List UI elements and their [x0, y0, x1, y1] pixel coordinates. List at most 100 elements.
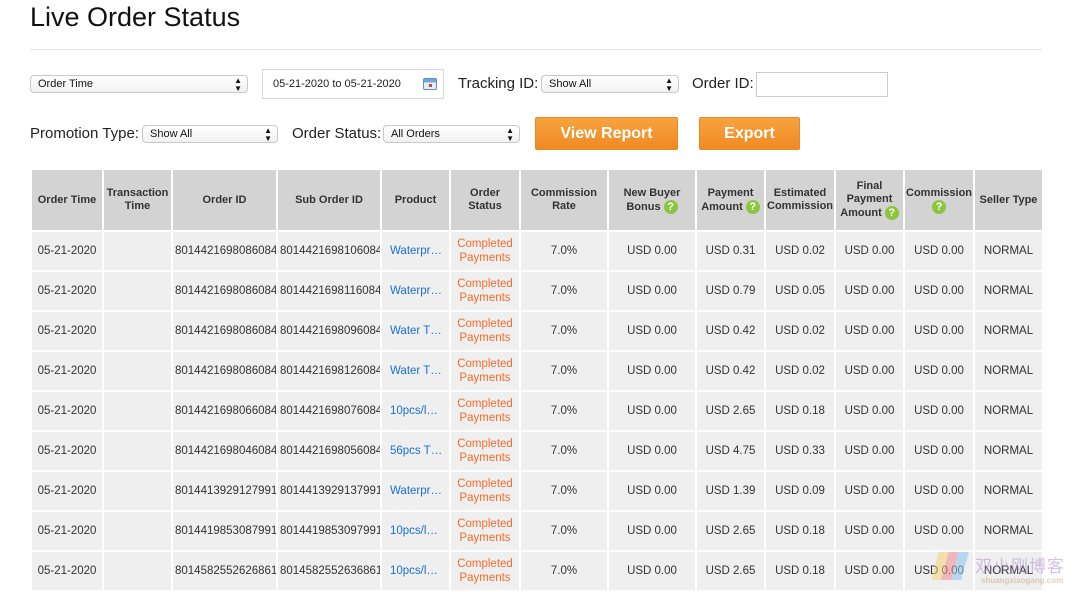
table-row: 05-21-2020 8014413929127991 80144139291379…: [30, 470, 1044, 512]
cell-commission: USD 0.00: [903, 230, 975, 272]
cell-order-status: Completed Payments: [449, 310, 521, 352]
cell-transaction-time: [102, 550, 173, 592]
cell-payment-amount: USD 0.42: [695, 350, 766, 392]
select-arrows-icon: ▲ ▼: [665, 76, 673, 93]
column-header-final-payment-amount: Final Payment Amount ?: [834, 170, 905, 232]
cell-final-payment-amount: USD 0.00: [834, 430, 905, 472]
table-row: 05-21-2020 8014421698086084 80144216981160…: [30, 270, 1044, 312]
select-arrows-icon: ▲ ▼: [264, 126, 272, 143]
cell-final-payment-amount: USD 0.00: [834, 390, 905, 432]
cell-product[interactable]: 10pcs/l…: [380, 390, 451, 432]
cell-transaction-time: [102, 510, 173, 552]
column-header-label: Transaction Time: [106, 187, 169, 212]
cell-payment-amount: USD 0.31: [695, 230, 766, 272]
cell-order-time: 05-21-2020: [30, 550, 104, 592]
cell-order-time: 05-21-2020: [30, 510, 104, 552]
column-header-label: Seller Type: [979, 193, 1038, 206]
cell-commission-rate: 7.0%: [519, 510, 609, 552]
table-row: 05-21-2020 8014582552626861 80145825526368…: [30, 550, 1044, 592]
cell-final-payment-amount: USD 0.00: [834, 510, 905, 552]
time-type-select[interactable]: Order Time ▲ ▼: [30, 75, 248, 93]
table-header-row: Order Time Transaction Time Order ID Sub Or…: [30, 170, 1044, 232]
cell-commission: USD 0.00: [903, 550, 975, 592]
export-button[interactable]: Export: [699, 117, 800, 150]
cell-payment-amount: USD 2.65: [695, 390, 766, 432]
cell-order-id: 8014413929127991: [171, 470, 278, 512]
order-id-input[interactable]: [756, 72, 888, 97]
cell-sub-order-id: 8014419853097991: [276, 510, 382, 552]
column-header-order-id: Order ID: [171, 170, 278, 232]
cell-product[interactable]: 56pcs T…: [380, 430, 451, 472]
cell-sub-order-id: 8014421698096084: [276, 310, 382, 352]
cell-order-time: 05-21-2020: [30, 470, 104, 512]
column-header-label: Order Time: [37, 193, 97, 206]
cell-order-status: Completed Payments: [449, 390, 521, 432]
help-icon[interactable]: ?: [663, 199, 678, 214]
cell-order-status: Completed Payments: [449, 510, 521, 552]
tracking-id-select[interactable]: Show All ▲ ▼: [541, 75, 679, 93]
cell-estimated-commission: USD 0.18: [764, 390, 836, 432]
cell-product[interactable]: Waterpr…: [380, 270, 451, 312]
table-row: 05-21-2020 8014421698066084 80144216980760…: [30, 390, 1044, 432]
cell-product[interactable]: Water T…: [380, 310, 451, 352]
cell-transaction-time: [102, 350, 173, 392]
cell-seller-type: NORMAL: [973, 270, 1044, 312]
help-icon[interactable]: ?: [932, 199, 946, 214]
select-arrows-icon: ▲ ▼: [234, 76, 242, 93]
cell-order-id: 8014421698086084: [171, 310, 278, 352]
cell-new-buyer-bonus: USD 0.00: [607, 550, 697, 592]
calendar-icon[interactable]: [423, 78, 437, 90]
cell-sub-order-id: 8014421698106084: [276, 230, 382, 272]
cell-commission-rate: 7.0%: [519, 430, 609, 472]
help-icon[interactable]: ?: [884, 206, 899, 220]
cell-commission-rate: 7.0%: [519, 230, 609, 272]
column-header-commission-rate: Commission Rate: [519, 170, 609, 232]
cell-seller-type: NORMAL: [973, 390, 1044, 432]
cell-sub-order-id: 8014421698126084: [276, 350, 382, 392]
cell-order-id: 8014582552626861: [171, 550, 278, 592]
cell-payment-amount: USD 2.65: [695, 510, 766, 552]
cell-new-buyer-bonus: USD 0.00: [607, 270, 697, 312]
cell-new-buyer-bonus: USD 0.00: [607, 510, 697, 552]
cell-sub-order-id: 8014421698116084: [276, 270, 382, 312]
cell-order-time: 05-21-2020: [30, 430, 104, 472]
cell-commission-rate: 7.0%: [519, 550, 609, 592]
cell-seller-type: NORMAL: [973, 430, 1044, 472]
promotion-type-select[interactable]: Show All ▲ ▼: [142, 125, 278, 143]
cell-final-payment-amount: USD 0.00: [834, 270, 905, 312]
cell-new-buyer-bonus: USD 0.00: [607, 470, 697, 512]
cell-product[interactable]: Water T…: [380, 350, 451, 392]
cell-seller-type: NORMAL: [973, 230, 1044, 272]
cell-order-status: Completed Payments: [449, 270, 521, 312]
cell-commission: USD 0.00: [903, 350, 975, 392]
table-row: 05-21-2020 8014421698086084 80144216980960…: [30, 310, 1044, 352]
cell-order-id: 8014421698066084: [171, 390, 278, 432]
order-status-label: Order Status:: [292, 125, 382, 142]
cell-product[interactable]: Waterpr…: [380, 470, 451, 512]
column-header-label: Sub Order ID: [295, 193, 363, 206]
cell-estimated-commission: USD 0.05: [764, 270, 836, 312]
column-header-label: Order ID: [202, 193, 247, 206]
cell-product[interactable]: Waterpr…: [380, 230, 451, 272]
cell-final-payment-amount: USD 0.00: [834, 230, 905, 272]
cell-estimated-commission: USD 0.02: [764, 230, 836, 272]
cell-order-time: 05-21-2020: [30, 390, 104, 432]
view-report-button[interactable]: View Report: [535, 117, 678, 150]
cell-product[interactable]: 10pcs/l…: [380, 550, 451, 592]
cell-product[interactable]: 10pcs/l…: [380, 510, 451, 552]
cell-estimated-commission: USD 0.02: [764, 350, 836, 392]
cell-new-buyer-bonus: USD 0.00: [607, 430, 697, 472]
help-icon[interactable]: ?: [745, 199, 760, 214]
order-status-select[interactable]: All Orders ▲ ▼: [383, 125, 520, 143]
cell-commission: USD 0.00: [903, 310, 975, 352]
cell-payment-amount: USD 4.75: [695, 430, 766, 472]
column-header-estimated-commission: Estimated Commission: [764, 170, 836, 232]
cell-transaction-time: [102, 470, 173, 512]
cell-new-buyer-bonus: USD 0.00: [607, 310, 697, 352]
cell-order-id: 8014421698086084: [171, 270, 278, 312]
cell-commission: USD 0.00: [903, 390, 975, 432]
cell-estimated-commission: USD 0.09: [764, 470, 836, 512]
tracking-id-value: Show All: [549, 78, 592, 90]
cell-sub-order-id: 8014582552636861: [276, 550, 382, 592]
date-range-picker[interactable]: 05-21-2020 to 05-21-2020: [262, 69, 444, 99]
